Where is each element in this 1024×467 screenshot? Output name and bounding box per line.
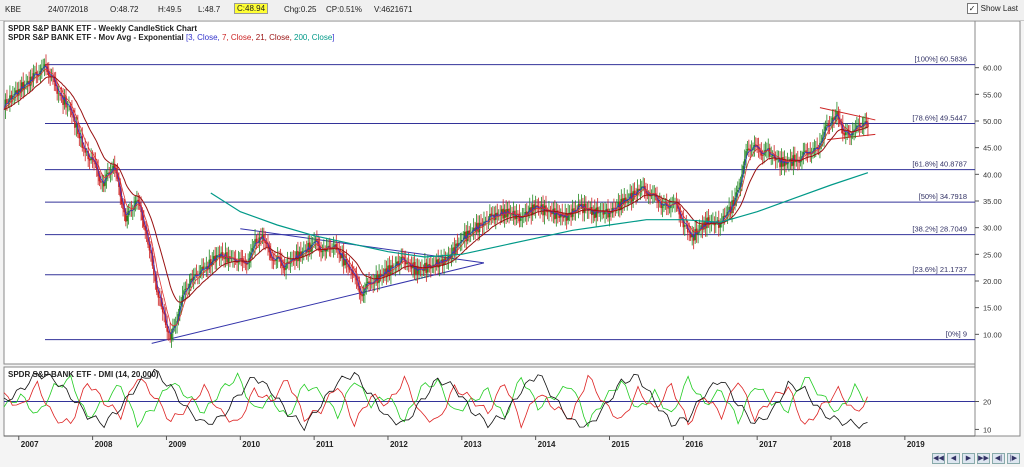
chart-area[interactable]: SPDR S&P BANK ETF - Weekly CandleStick C… bbox=[0, 20, 1024, 465]
x-tick-label-8: 2015 bbox=[611, 440, 629, 449]
nav-button-2[interactable]: ▶ bbox=[962, 453, 975, 464]
x-tick-label-0: 2007 bbox=[21, 440, 39, 449]
y-tick-label-6: 40.00 bbox=[983, 170, 1002, 179]
x-tick-label-5: 2012 bbox=[390, 440, 408, 449]
high-label: H:49.5 bbox=[158, 5, 182, 14]
x-tick-label-3: 2010 bbox=[242, 440, 260, 449]
date-label: 24/07/2018 bbox=[48, 5, 89, 14]
fib-label-0: [100%] 60.5836 bbox=[914, 55, 967, 64]
fib-label-5: [23.6%] 21.1737 bbox=[912, 265, 967, 274]
y-tick-label-9: 55.00 bbox=[983, 90, 1002, 99]
open-label: O:48.72 bbox=[110, 5, 139, 14]
dmi-tick-label-1: 20 bbox=[983, 398, 991, 407]
y-tick-label-2: 20.00 bbox=[983, 277, 1002, 286]
x-tick-label-7: 2014 bbox=[538, 440, 556, 449]
nav-button-0[interactable]: ◀◀ bbox=[932, 453, 945, 464]
x-tick-label-10: 2017 bbox=[759, 440, 777, 449]
overlay-param-4: ] bbox=[332, 33, 334, 42]
overlay-param-1: 7, Close, bbox=[222, 33, 256, 42]
overlay-param-0: [3, Close, bbox=[186, 33, 222, 42]
y-tick-label-4: 30.00 bbox=[983, 224, 1002, 233]
dmi-title: SPDR S&P BANK ETF - DMI (14, 20.000) bbox=[8, 370, 159, 379]
info-bar: KBE 24/07/2018 O:48.72 H:49.5 L:48.7 C:4… bbox=[0, 0, 1024, 21]
show-last-label: Show Last bbox=[980, 4, 1018, 13]
x-tick-label-2: 2009 bbox=[168, 440, 186, 449]
nav-button-1[interactable]: ◀ bbox=[947, 453, 960, 464]
dmi-tick-label-0: 10 bbox=[983, 425, 991, 434]
y-tick-label-8: 50.00 bbox=[983, 117, 1002, 126]
y-tick-label-5: 35.00 bbox=[983, 197, 1002, 206]
chart-title: SPDR S&P BANK ETF - Weekly CandleStick C… bbox=[8, 24, 197, 33]
nav-button-3[interactable]: ▶▶ bbox=[977, 453, 990, 464]
nav-button-5[interactable]: |▶ bbox=[1007, 453, 1020, 464]
x-tick-label-12: 2019 bbox=[907, 440, 925, 449]
change-label: Chg:0.25 bbox=[284, 5, 317, 14]
nav-button-4[interactable]: ◀| bbox=[992, 453, 1005, 464]
y-tick-label-3: 25.00 bbox=[983, 250, 1002, 259]
fib-label-6: [0%] 9 bbox=[946, 330, 967, 339]
x-tick-label-11: 2018 bbox=[833, 440, 851, 449]
y-tick-label-10: 60.00 bbox=[983, 64, 1002, 73]
volume-label: V:4621671 bbox=[374, 5, 413, 14]
x-tick-label-6: 2013 bbox=[464, 440, 482, 449]
fib-label-2: [61.8%] 40.8787 bbox=[912, 160, 967, 169]
fib-label-4: [38.2%] 28.7049 bbox=[912, 225, 967, 234]
x-tick-label-9: 2016 bbox=[685, 440, 703, 449]
y-tick-label-0: 10.00 bbox=[983, 330, 1002, 339]
x-tick-label-4: 2011 bbox=[316, 440, 334, 449]
show-last-checkbox[interactable]: ✓ bbox=[966, 3, 978, 14]
low-label: L:48.7 bbox=[198, 5, 221, 14]
change-pct-label: CP:0.51% bbox=[326, 5, 363, 14]
fib-label-3: [50%] 34.7918 bbox=[919, 192, 967, 201]
overlay-param-2: 21, Close, bbox=[256, 33, 294, 42]
fib-label-1: [78.6%] 49.5447 bbox=[912, 113, 967, 122]
symbol-label: KBE bbox=[5, 5, 22, 14]
overlay-param-3: 200, Close bbox=[294, 33, 333, 42]
price-panel bbox=[3, 20, 976, 365]
y-tick-label-7: 45.00 bbox=[983, 144, 1002, 153]
show-last-toggle[interactable]: ✓ Show Last bbox=[966, 3, 1018, 14]
y-tick-label-1: 15.00 bbox=[983, 304, 1002, 313]
chart-svg[interactable]: SPDR S&P BANK ETF - Weekly CandleStick C… bbox=[0, 20, 1024, 465]
nav-buttons: ◀◀ ◀ ▶ ▶▶ ◀| |▶ bbox=[932, 453, 1020, 464]
close-label: C:48.94 bbox=[234, 3, 269, 14]
x-tick-label-1: 2008 bbox=[95, 440, 113, 449]
overlay-title: SPDR S&P BANK ETF - Mov Avg - Exponentia… bbox=[8, 33, 335, 42]
